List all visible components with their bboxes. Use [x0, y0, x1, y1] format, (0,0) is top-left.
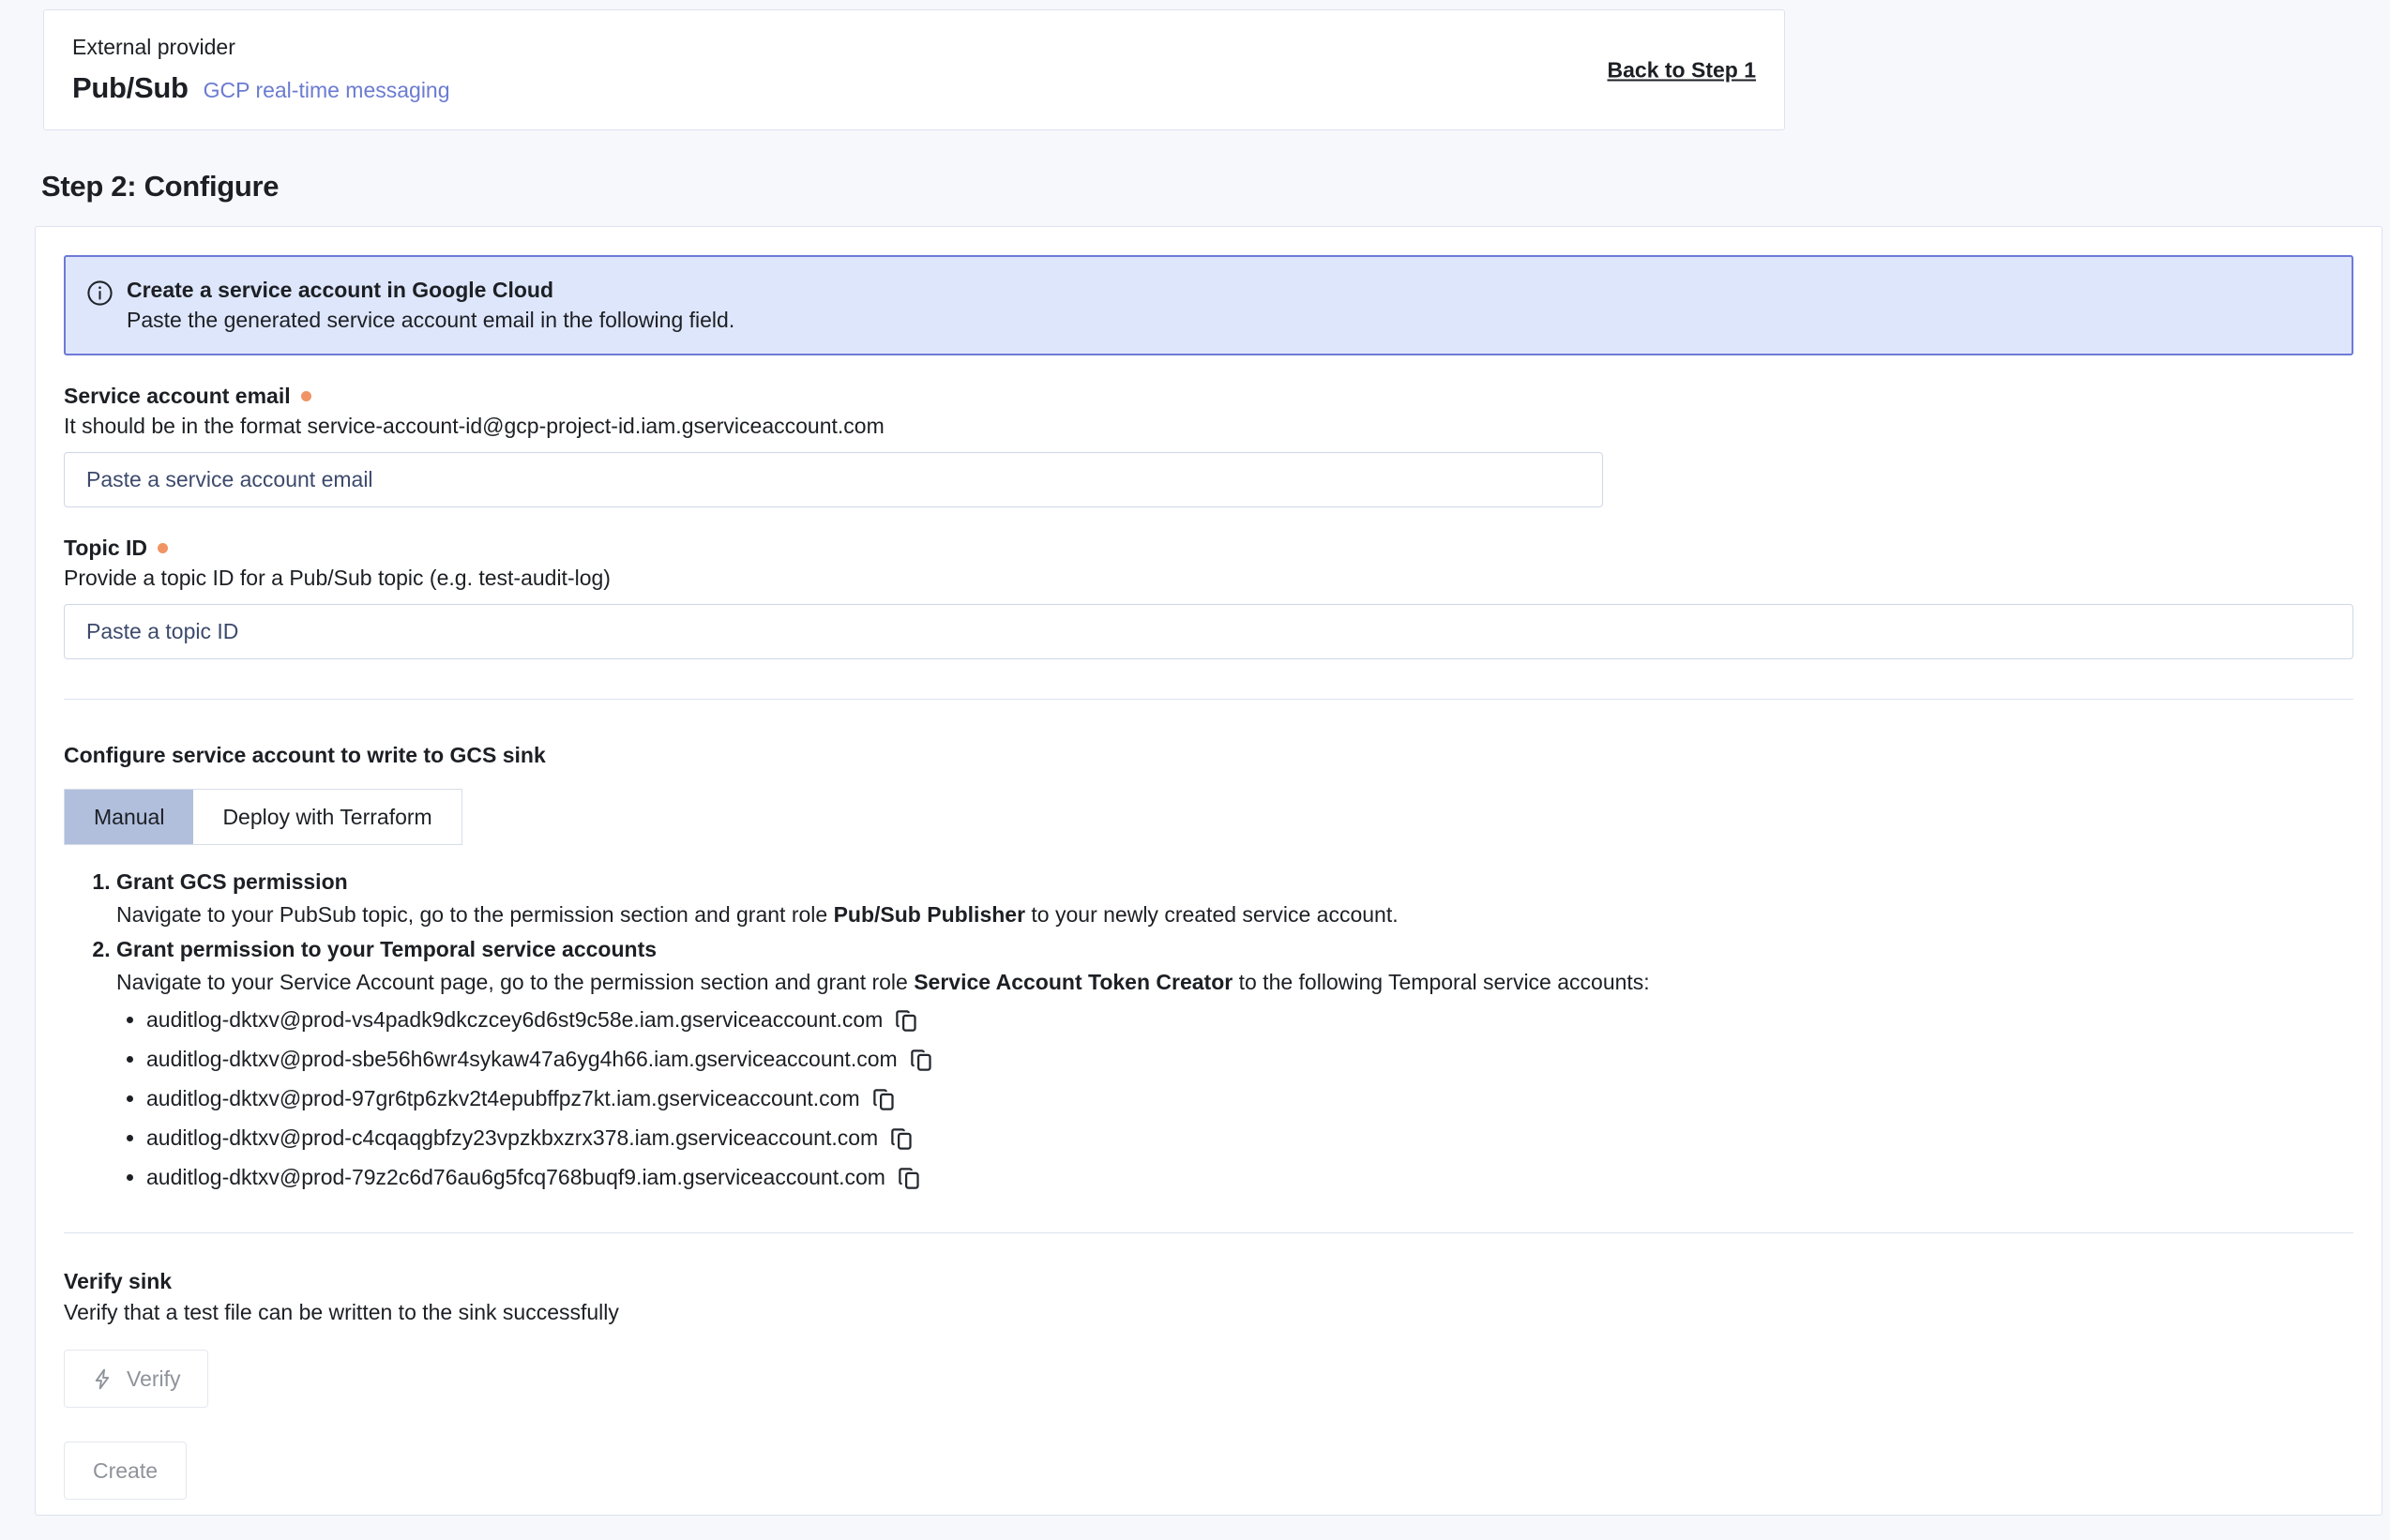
- info-banner: Create a service account in Google Cloud…: [64, 255, 2353, 355]
- verify-button[interactable]: Verify: [64, 1350, 208, 1408]
- section-divider: [64, 1232, 2353, 1233]
- list-item: auditlog-dktxv@prod-97gr6tp6zkv2t4epubff…: [146, 1083, 2353, 1114]
- create-button[interactable]: Create: [64, 1442, 187, 1500]
- provider-row: Pub/Sub GCP real-time messaging: [72, 71, 1756, 105]
- info-circle-icon: [86, 279, 113, 333]
- configure-section-heading: Configure service account to write to GC…: [64, 743, 2353, 768]
- provider-description: GCP real-time messaging: [204, 78, 450, 103]
- step-item-title: Grant permission to your Temporal servic…: [116, 937, 2353, 962]
- list-item: auditlog-dktxv@prod-sbe56h6wr4sykaw47a6y…: [146, 1044, 2353, 1075]
- step-role-name: Service Account Token Creator: [914, 970, 1233, 994]
- step-item-grant-temporal: Grant permission to your Temporal servic…: [116, 937, 2353, 1193]
- required-dot-icon: [301, 391, 311, 401]
- topic-id-helper: Provide a topic ID for a Pub/Sub topic (…: [64, 566, 2353, 591]
- info-banner-body: Paste the generated service account emai…: [127, 308, 734, 333]
- step-item-body: Navigate to your PubSub topic, go to the…: [116, 902, 2353, 928]
- verify-button-label: Verify: [127, 1366, 181, 1392]
- step-item-body: Navigate to your Service Account page, g…: [116, 970, 2353, 995]
- service-account-email: auditlog-dktxv@prod-vs4padk9dkczcey6d6st…: [146, 1007, 883, 1032]
- service-account-list: auditlog-dktxv@prod-vs4padk9dkczcey6d6st…: [116, 1004, 2353, 1193]
- tab-manual[interactable]: Manual: [65, 790, 193, 844]
- verify-sink-heading: Verify sink: [64, 1269, 2353, 1294]
- provider-card: External provider Pub/Sub GCP real-time …: [43, 9, 1785, 130]
- step-item-title: Grant GCS permission: [116, 869, 2353, 895]
- back-to-step1-link[interactable]: Back to Step 1: [1608, 57, 1757, 83]
- tab-deploy-with-terraform[interactable]: Deploy with Terraform: [193, 790, 461, 844]
- service-account-email-input[interactable]: [64, 452, 1603, 507]
- copy-icon[interactable]: [871, 1087, 897, 1112]
- step-body-prefix: Navigate to your PubSub topic, go to the…: [116, 902, 834, 927]
- service-account-email-helper: It should be in the format service-accou…: [64, 414, 2353, 439]
- list-item: auditlog-dktxv@prod-c4cqaqgbfzy23vpzkbxz…: [146, 1123, 2353, 1154]
- service-account-email-label: Service account email: [64, 384, 2353, 409]
- copy-icon[interactable]: [894, 1008, 919, 1034]
- page-title: Step 2: Configure: [41, 170, 2390, 204]
- step-role-name: Pub/Sub Publisher: [834, 902, 1025, 927]
- info-banner-text: Create a service account in Google Cloud…: [127, 278, 734, 333]
- list-item: auditlog-dktxv@prod-79z2c6d76au6g5fcq768…: [146, 1162, 2353, 1193]
- step-body-prefix: Navigate to your Service Account page, g…: [116, 970, 914, 994]
- provider-name: Pub/Sub: [72, 71, 189, 105]
- step-body-suffix: to your newly created service account.: [1025, 902, 1399, 927]
- copy-icon[interactable]: [909, 1048, 934, 1073]
- topic-id-input[interactable]: [64, 604, 2353, 659]
- instruction-steps: Grant GCS permission Navigate to your Pu…: [64, 869, 2353, 1193]
- required-dot-icon: [158, 543, 168, 553]
- step-item-grant-gcs: Grant GCS permission Navigate to your Pu…: [116, 869, 2353, 928]
- configure-tabs: Manual Deploy with Terraform: [64, 789, 462, 845]
- verify-sink-description: Verify that a test file can be written t…: [64, 1300, 2353, 1325]
- lightning-bolt-icon: [91, 1367, 114, 1391]
- service-account-email: auditlog-dktxv@prod-97gr6tp6zkv2t4epubff…: [146, 1086, 860, 1110]
- provider-eyebrow: External provider: [72, 35, 1756, 60]
- info-banner-title: Create a service account in Google Cloud: [127, 278, 734, 303]
- topic-id-label-text: Topic ID: [64, 536, 147, 561]
- service-account-email: auditlog-dktxv@prod-c4cqaqgbfzy23vpzkbxz…: [146, 1125, 878, 1150]
- copy-icon[interactable]: [889, 1126, 915, 1152]
- service-account-email: auditlog-dktxv@prod-79z2c6d76au6g5fcq768…: [146, 1165, 885, 1189]
- configure-card: Create a service account in Google Cloud…: [35, 226, 2382, 1516]
- service-account-email: auditlog-dktxv@prod-sbe56h6wr4sykaw47a6y…: [146, 1047, 898, 1071]
- list-item: auditlog-dktxv@prod-vs4padk9dkczcey6d6st…: [146, 1004, 2353, 1035]
- create-button-label: Create: [93, 1458, 158, 1484]
- section-divider: [64, 699, 2353, 700]
- step-body-suffix: to the following Temporal service accoun…: [1233, 970, 1649, 994]
- topic-id-label: Topic ID: [64, 536, 2353, 561]
- service-account-email-label-text: Service account email: [64, 384, 291, 409]
- copy-icon[interactable]: [897, 1166, 922, 1191]
